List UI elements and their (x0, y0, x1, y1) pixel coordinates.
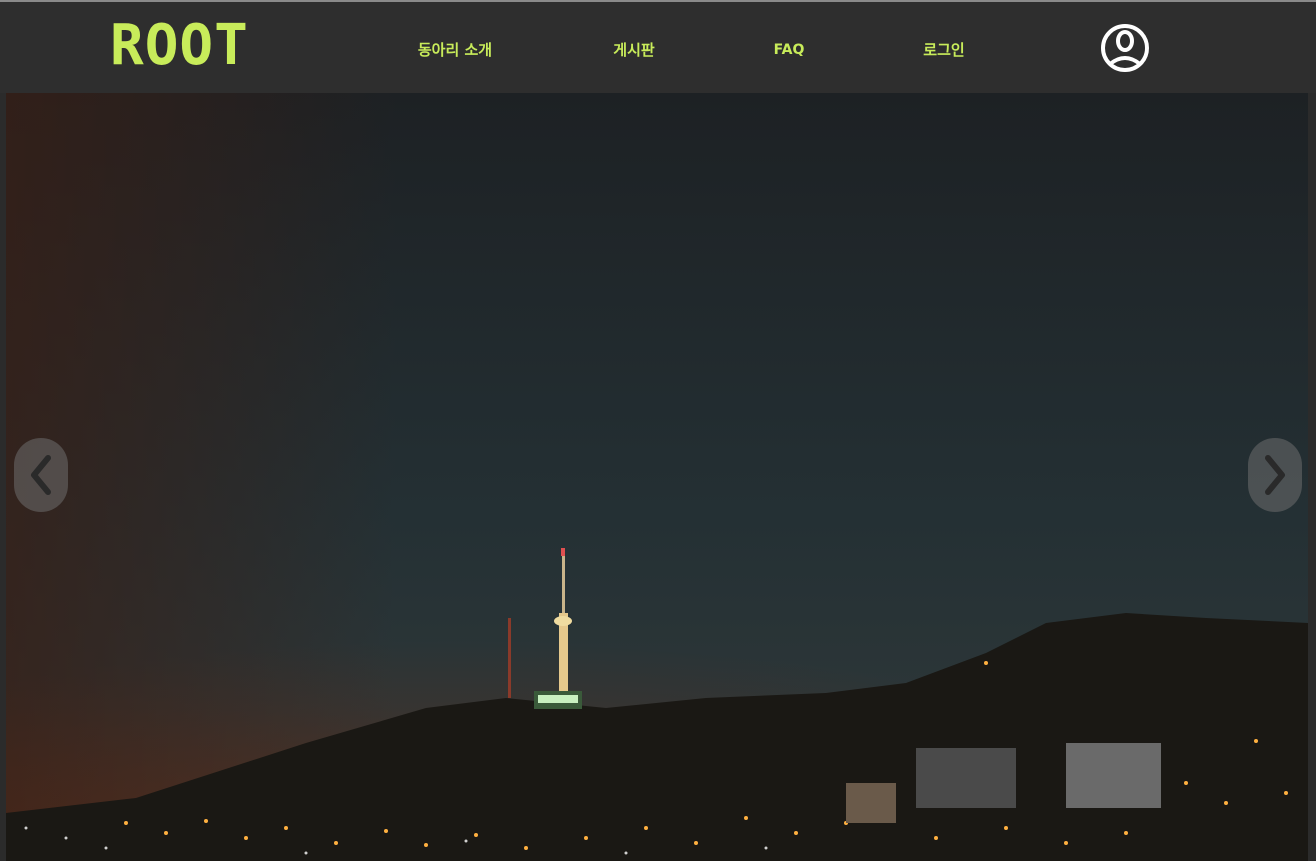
top-navbar: ROOT 동아리 소개 게시판 FAQ 로그인 (0, 0, 1316, 93)
page: ROOT 동아리 소개 게시판 FAQ 로그인 (0, 0, 1316, 861)
nav-link-faq[interactable]: FAQ (774, 38, 805, 62)
chevron-right-icon (1265, 455, 1285, 495)
profile-button[interactable] (1100, 16, 1150, 80)
nav-link-login[interactable]: 로그인 (923, 38, 964, 62)
nav-link-about[interactable]: 동아리 소개 (418, 38, 492, 62)
site-logo[interactable]: ROOT (110, 16, 249, 76)
nav-link-board[interactable]: 게시판 (613, 38, 654, 62)
user-circle-icon (1101, 24, 1149, 72)
hero-slider (6, 93, 1308, 861)
slider-next-button[interactable] (1248, 438, 1302, 512)
hero-image (6, 93, 1308, 861)
slider-prev-button[interactable] (14, 438, 68, 512)
chevron-left-icon (31, 455, 51, 495)
